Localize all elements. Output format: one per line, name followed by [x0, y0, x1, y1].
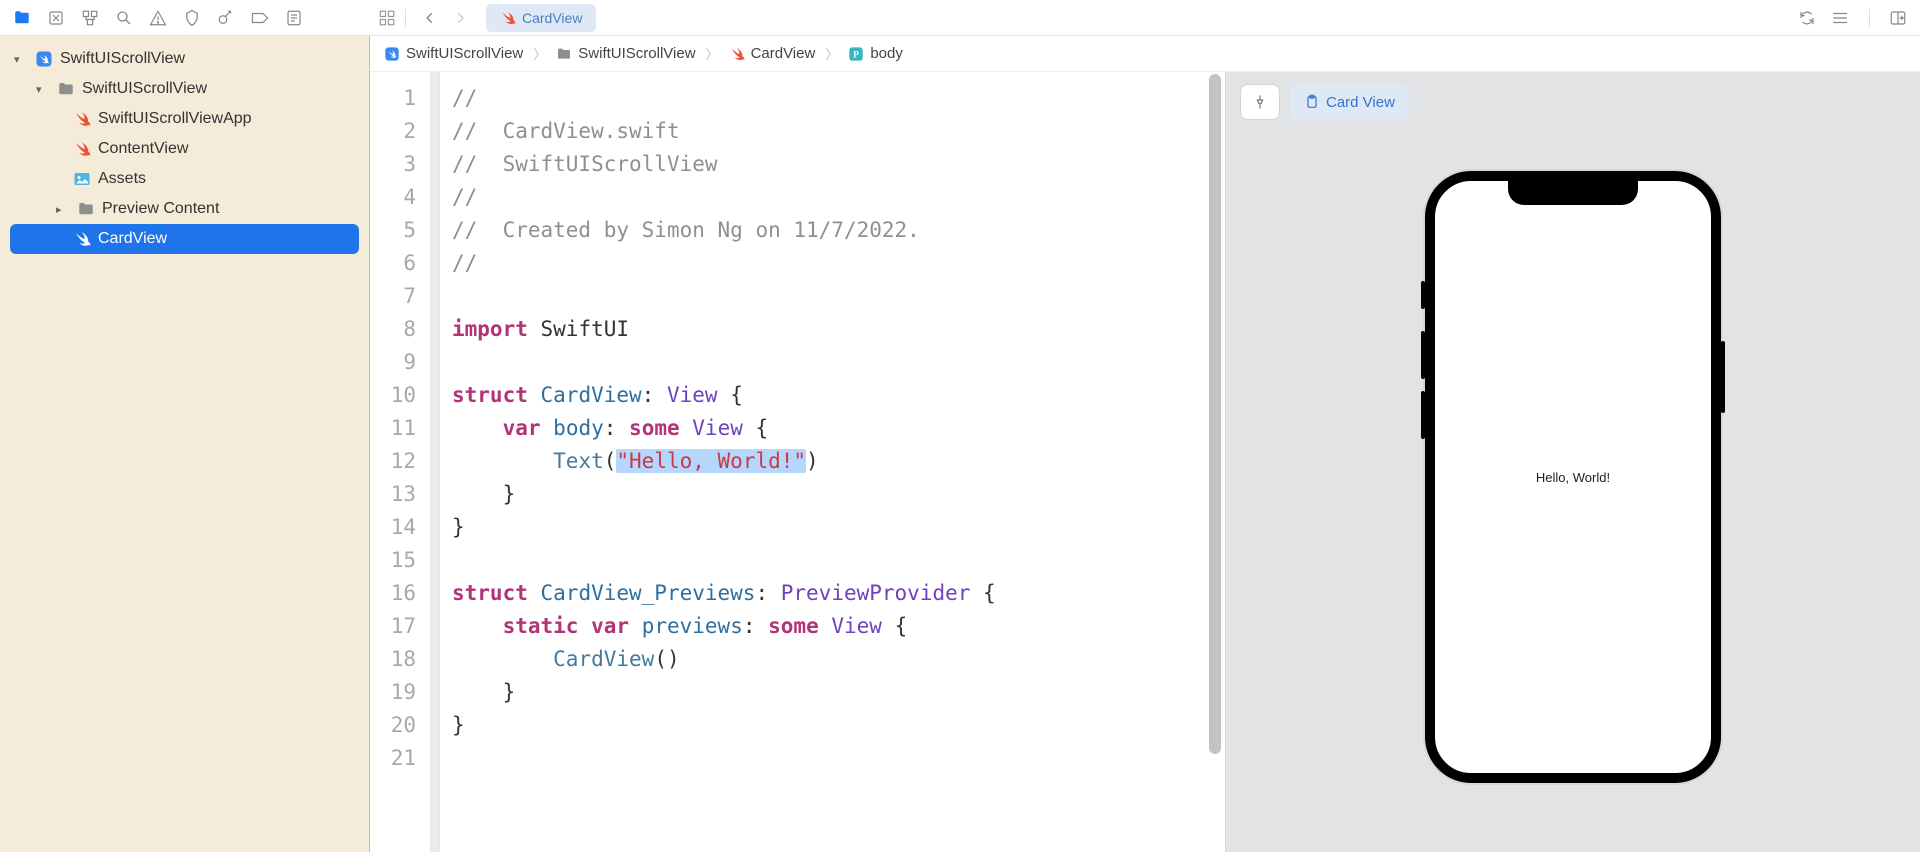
app-icon	[34, 49, 54, 69]
toolbar: CardView	[0, 0, 1920, 36]
editor-column: SwiftUIScrollView 〉 SwiftUIScrollView 〉 …	[370, 36, 1920, 852]
editor-header: CardView	[377, 4, 596, 32]
crumb-label: SwiftUIScrollView	[578, 45, 695, 62]
report-icon[interactable]	[284, 8, 304, 28]
chevron-down-icon[interactable]: ▾	[36, 83, 50, 96]
adjust-editor-icon[interactable]	[1831, 8, 1851, 28]
chevron-right-icon: 〉	[825, 44, 838, 63]
swift-icon	[729, 46, 745, 62]
crumb-label: body	[870, 45, 903, 62]
code-content[interactable]: // // CardView.swift // SwiftUIScrollVie…	[440, 72, 1225, 852]
project-root[interactable]: ▾ SwiftUIScrollView	[0, 44, 369, 74]
tab-label: CardView	[522, 10, 582, 26]
active-tab[interactable]: CardView	[486, 4, 596, 32]
project-navigator[interactable]: ▾ SwiftUIScrollView ▾ SwiftUIScrollView …	[0, 36, 370, 852]
folder-icon[interactable]	[12, 8, 32, 28]
preview-chip[interactable]: Card View	[1290, 84, 1409, 120]
paste-icon	[1304, 94, 1320, 110]
refresh-icon[interactable]	[1797, 8, 1817, 28]
folder-icon	[76, 199, 96, 219]
folder-row[interactable]: ▸ Preview Content	[0, 194, 369, 224]
pin-icon	[1252, 94, 1268, 110]
folder-label: Preview Content	[102, 200, 219, 218]
canvas-preview[interactable]: Card View Hello, World!	[1225, 72, 1920, 852]
crumb-file[interactable]: CardView	[729, 45, 816, 62]
warning-icon[interactable]	[148, 8, 168, 28]
main: ▾ SwiftUIScrollView ▾ SwiftUIScrollView …	[0, 36, 1920, 852]
file-row-selected[interactable]: CardView	[10, 224, 359, 254]
file-label: ContentView	[98, 140, 188, 158]
preview-chip-label: Card View	[1326, 94, 1395, 111]
notch	[1508, 181, 1638, 205]
editor-options	[1797, 8, 1912, 28]
chevron-down-icon[interactable]: ▾	[14, 53, 28, 66]
chevron-right-icon[interactable]: ▸	[56, 203, 70, 216]
tests-icon[interactable]	[182, 8, 202, 28]
property-icon: P	[848, 46, 864, 62]
symbols-icon[interactable]	[80, 8, 100, 28]
phone-wrap: Hello, World!	[1238, 114, 1908, 840]
folder-icon	[56, 79, 76, 99]
folder-label: SwiftUIScrollView	[82, 80, 207, 98]
crumb-symbol[interactable]: P body	[848, 45, 903, 62]
code-editor[interactable]: 123456789101112131415161718192021 // // …	[370, 72, 1225, 852]
svg-text:P: P	[853, 50, 859, 60]
divider	[405, 9, 406, 27]
file-row[interactable]: SwiftUIScrollViewApp	[0, 104, 369, 134]
pin-button[interactable]	[1240, 84, 1280, 120]
file-row[interactable]: ContentView	[0, 134, 369, 164]
swift-icon	[500, 10, 516, 26]
crumb-project[interactable]: SwiftUIScrollView	[384, 45, 523, 62]
chevron-right-icon: 〉	[706, 44, 719, 63]
breakpoint-icon[interactable]	[250, 8, 270, 28]
swift-icon	[72, 109, 92, 129]
swift-icon	[72, 139, 92, 159]
line-gutter: 123456789101112131415161718192021	[370, 72, 430, 852]
project-root-label: SwiftUIScrollView	[60, 50, 185, 68]
back-icon[interactable]	[420, 8, 440, 28]
crumb-folder[interactable]: SwiftUIScrollView	[556, 45, 695, 62]
side-button	[1421, 391, 1425, 439]
breadcrumbs[interactable]: SwiftUIScrollView 〉 SwiftUIScrollView 〉 …	[370, 36, 1920, 72]
add-editor-icon[interactable]	[1888, 8, 1908, 28]
chevron-right-icon: 〉	[533, 44, 546, 63]
file-label: Assets	[98, 170, 146, 188]
forward-icon[interactable]	[450, 8, 470, 28]
crumb-label: CardView	[751, 45, 816, 62]
file-row[interactable]: Assets	[0, 164, 369, 194]
editor-body: 123456789101112131415161718192021 // // …	[370, 72, 1920, 852]
crumb-label: SwiftUIScrollView	[406, 45, 523, 62]
search-icon[interactable]	[114, 8, 134, 28]
file-label: CardView	[98, 230, 167, 248]
preview-content-text: Hello, World!	[1536, 470, 1610, 485]
fold-bar[interactable]	[430, 72, 440, 852]
assets-icon	[72, 169, 92, 189]
navigator-toolbar	[8, 8, 377, 28]
side-button	[1421, 331, 1425, 379]
source-control-icon[interactable]	[46, 8, 66, 28]
side-button	[1421, 281, 1425, 309]
swift-icon	[72, 229, 92, 249]
folder-icon	[556, 46, 572, 62]
divider	[1869, 9, 1870, 27]
scrollbar-thumb[interactable]	[1209, 74, 1221, 754]
related-items-icon[interactable]	[377, 8, 397, 28]
preview-tools: Card View	[1240, 84, 1409, 120]
app-icon	[384, 46, 400, 62]
debug-icon[interactable]	[216, 8, 236, 28]
folder-row[interactable]: ▾ SwiftUIScrollView	[0, 74, 369, 104]
file-label: SwiftUIScrollViewApp	[98, 110, 252, 128]
side-button	[1721, 341, 1725, 413]
phone-frame[interactable]: Hello, World!	[1425, 171, 1721, 783]
scrollbar[interactable]	[1207, 74, 1223, 850]
